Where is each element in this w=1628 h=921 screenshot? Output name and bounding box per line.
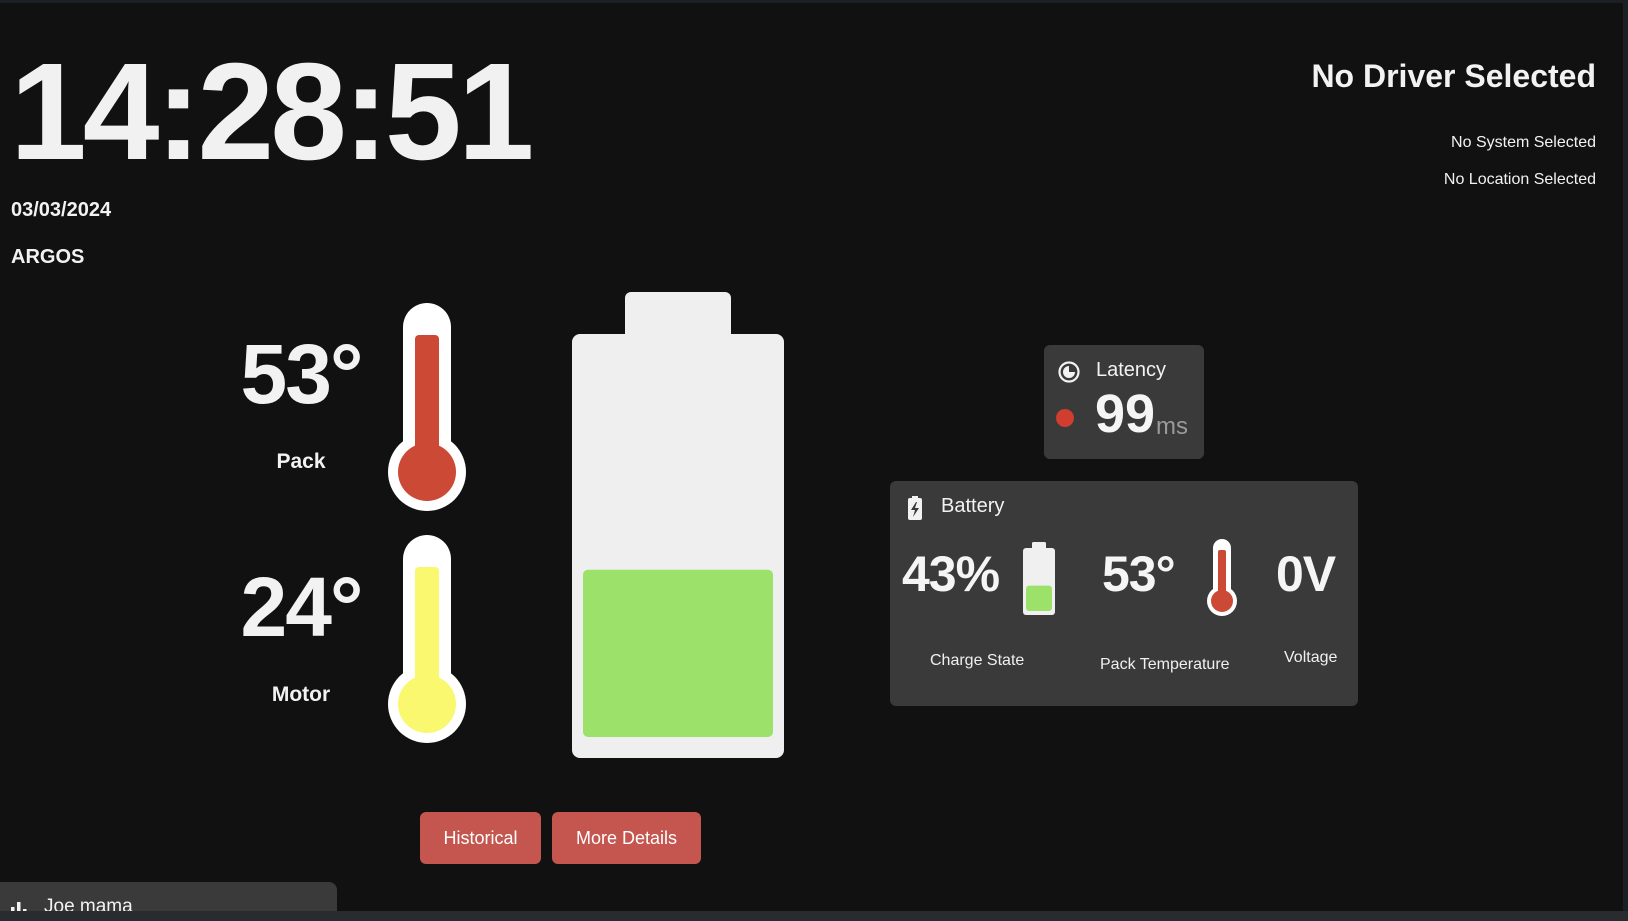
motor-temp-label: Motor bbox=[271, 683, 331, 706]
voltage-label: Voltage bbox=[1284, 649, 1338, 666]
top-border bbox=[0, 0, 1628, 3]
motor-thermometer-icon bbox=[388, 535, 466, 743]
main-battery-icon bbox=[572, 292, 784, 758]
driver-selection[interactable]: No Driver Selected bbox=[1311, 58, 1596, 95]
system-selection[interactable]: No System Selected bbox=[1451, 134, 1596, 152]
app-name: ARGOS bbox=[11, 246, 85, 268]
more-details-button[interactable]: More Details bbox=[552, 812, 701, 864]
small-battery-icon bbox=[1023, 542, 1055, 615]
latency-card: Latency 99 ms bbox=[1044, 345, 1204, 459]
location-selection[interactable]: No Location Selected bbox=[1444, 171, 1596, 189]
latency-status-dot bbox=[1056, 409, 1074, 427]
latency-value: 99 bbox=[1095, 384, 1156, 444]
small-thermometer-icon bbox=[1207, 539, 1237, 616]
battery-card-title: Battery bbox=[941, 495, 1005, 517]
battery-card: Battery 43% Charge State 53° Pack Temper… bbox=[890, 481, 1358, 706]
pack-temp-label: Pack bbox=[276, 450, 326, 473]
main-battery-fill bbox=[583, 569, 773, 737]
motor-thermometer-mercury bbox=[415, 567, 439, 705]
right-border bbox=[1623, 0, 1628, 921]
pack-thermometer-icon bbox=[388, 303, 466, 511]
pack-temperature-value: 53° bbox=[1102, 546, 1176, 602]
current-date: 03/03/2024 bbox=[11, 199, 112, 221]
battery-charging-icon bbox=[908, 496, 922, 520]
motor-temp-value: 24° bbox=[240, 560, 363, 654]
pack-thermometer-mercury bbox=[415, 335, 439, 473]
pack-temperature-label: Pack Temperature bbox=[1100, 656, 1230, 673]
charge-state-label: Charge State bbox=[930, 652, 1025, 669]
pack-temp-value: 53° bbox=[240, 327, 363, 421]
charge-state-value: 43% bbox=[902, 546, 1000, 602]
historical-button[interactable]: Historical bbox=[420, 812, 541, 864]
voltage-value: 0V bbox=[1276, 546, 1336, 602]
small-battery-fill bbox=[1026, 585, 1052, 611]
clock-icon bbox=[1058, 361, 1080, 383]
latency-title: Latency bbox=[1096, 359, 1167, 381]
latency-unit: ms bbox=[1156, 413, 1188, 440]
clock-time: 14:28:51 bbox=[10, 35, 534, 189]
dashboard-page: 14:28:51 03/03/2024 ARGOS No Driver Sele… bbox=[0, 0, 1628, 921]
bottom-scroll-strip bbox=[0, 911, 1628, 921]
